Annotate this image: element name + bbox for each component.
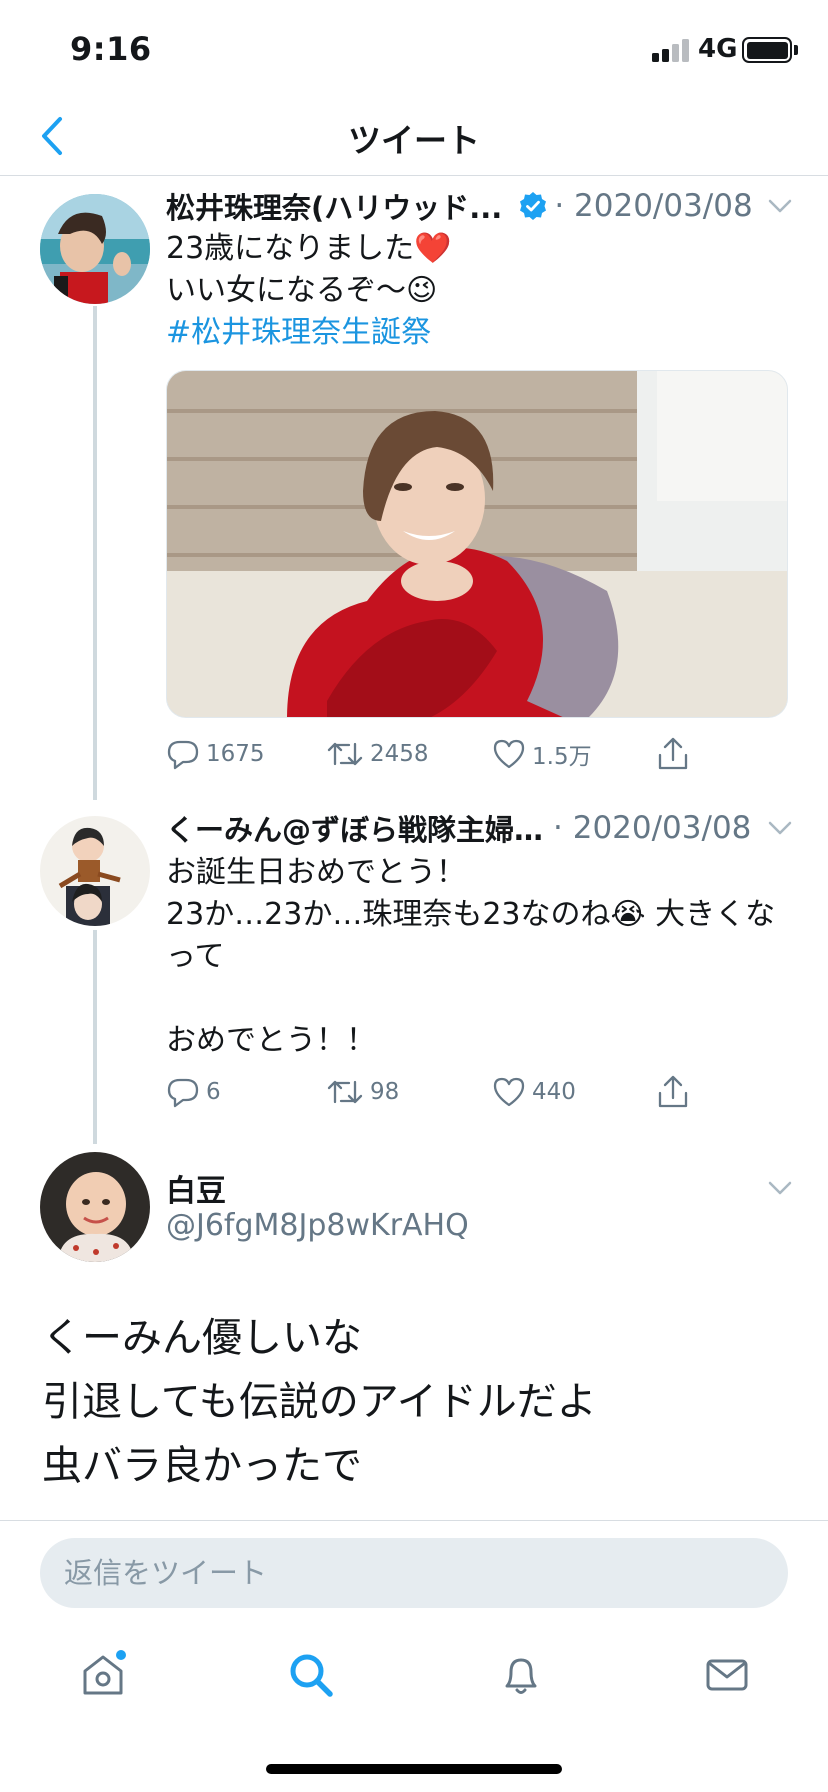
tweet-actions: 6 98 440 [166,1072,706,1112]
notifications-icon [505,1658,537,1694]
tweet-text: くーみん優しいな 引退しても伝説のアイドルだよ 虫バラ良かったで [42,1306,597,1498]
signal-strength-icon [652,38,692,62]
tweet-text: お誕生日おめでとう！ 23か…23か…珠理奈も23なのね😭 大きくな って おめ… [166,852,775,1062]
tab-bar [0,1630,828,1720]
reply-count: 6 [206,1079,221,1105]
like-button[interactable]: 1.5万 [492,734,592,774]
tweet-text-line: 23か…23か…珠理奈も23なのね😭 大きくな [166,897,776,932]
reply-icon [167,740,199,770]
page-title: ツイート [348,121,480,160]
author-name[interactable]: くーみん@ずぼら戦隊主婦… [166,807,543,849]
share-icon [658,737,688,770]
battery-icon [742,37,792,63]
avatar[interactable] [40,1152,150,1262]
author-handle[interactable]: @J6fgM8Jp8wKrAHQ [166,1208,469,1243]
verified-badge-icon [520,192,547,220]
status-bar: 9:16 4G [0,0,828,96]
tweet-text-line: くーみん優しいな [42,1315,362,1361]
tweet-text-line: 虫バラ良かったで [42,1443,362,1489]
nav-header: ツイート [0,96,828,176]
tweet-actions: 1675 2458 1.5万 [166,734,706,774]
hashtag-link[interactable]: #松井珠理奈生誕祭 [166,312,452,354]
retweet-button[interactable]: 98 [326,1072,399,1112]
chevron-down-icon[interactable] [762,1170,798,1206]
chevron-down-icon[interactable] [762,188,798,224]
like-count: 440 [532,1079,576,1105]
messages-icon [706,1659,748,1691]
retweet-button[interactable]: 2458 [326,734,429,774]
retweet-count: 98 [370,1079,400,1105]
chevron-down-icon[interactable] [762,810,798,846]
tab-search[interactable] [276,1640,346,1710]
thread-line [93,930,97,1144]
reply-button[interactable]: 6 [166,1072,221,1112]
like-count: 1.5万 [532,744,592,770]
share-icon [658,1075,688,1108]
tab-home[interactable] [68,1640,138,1710]
home-icon [83,1650,126,1695]
author-name[interactable]: 松井珠理奈(ハリウッド... [166,185,502,227]
reply-icon [167,1078,199,1108]
home-indicator[interactable] [266,1764,562,1774]
reply-button[interactable]: 1675 [166,734,265,774]
divider [0,1520,828,1521]
network-type: 4G [698,34,738,64]
tweet-text-line: 23歳になりました❤️ [166,231,452,266]
share-button[interactable] [656,734,696,774]
tweet-date: · 2020/03/08 [554,188,753,224]
tweet-text-line: って [166,939,225,974]
tweet-text-line: お誕生日おめでとう！ [166,855,466,890]
author-name[interactable]: 白豆 [166,1166,226,1210]
like-button[interactable]: 440 [492,1072,576,1112]
share-button[interactable] [656,1072,696,1112]
reply-composer[interactable] [40,1538,788,1608]
reply-input[interactable] [40,1538,788,1608]
thread-line [93,306,97,800]
retweet-icon [327,1080,363,1104]
search-icon [290,1654,333,1697]
tweet-date: · 2020/03/08 [553,810,752,846]
tweet-photo[interactable] [166,370,788,718]
tweet-text-line: おめでとう！！ [166,1023,376,1058]
heart-icon [493,1077,525,1107]
tab-messages[interactable] [692,1640,762,1710]
retweet-icon [327,742,363,766]
tab-notifications[interactable] [486,1640,556,1710]
avatar[interactable] [40,816,150,926]
tweet-text-line: 引退しても伝説のアイドルだよ [42,1379,597,1425]
retweet-count: 2458 [370,741,429,767]
avatar[interactable] [40,194,150,304]
heart-icon [493,739,525,769]
status-time: 9:16 [70,30,152,68]
tweet-text-line [166,978,775,1020]
tweet-text: 23歳になりました❤️ いい女になるぞ〜😉 #松井珠理奈生誕祭 [166,228,452,354]
tweet-text-line: いい女になるぞ〜😉 [166,273,438,308]
reply-count: 1675 [206,741,265,767]
